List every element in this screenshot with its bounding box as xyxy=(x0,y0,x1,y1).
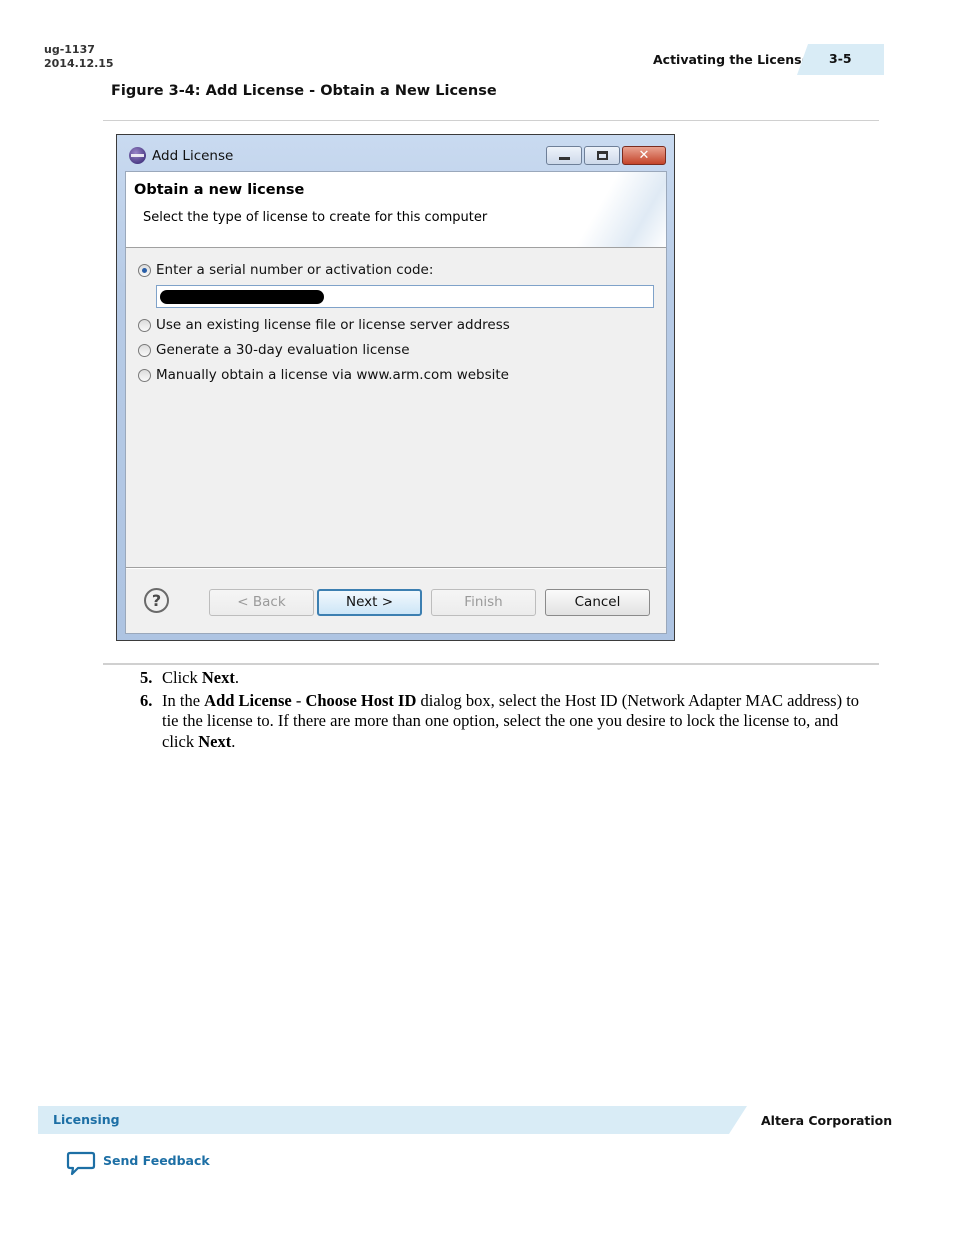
dialog-title: Add License xyxy=(152,148,234,164)
step-text-bold: Add License xyxy=(204,690,292,710)
figure-caption: Figure 3-4: Add License - Obtain a New L… xyxy=(111,83,497,99)
step-text: Click Next. xyxy=(162,668,880,689)
maximize-icon xyxy=(597,151,608,160)
next-button[interactable]: Next > xyxy=(317,589,422,616)
radio-manual-license[interactable] xyxy=(138,368,151,382)
option-serial-number[interactable]: Enter a serial number or activation code… xyxy=(138,261,433,279)
add-license-dialog: Add License ✕ Obtain a new license Selec… xyxy=(116,134,675,641)
wizard-heading: Obtain a new license xyxy=(134,182,305,198)
radio-existing-license[interactable] xyxy=(138,318,151,332)
page-number: 3-5 xyxy=(829,51,852,66)
banner-decoration xyxy=(526,172,666,247)
step-text-part: In the xyxy=(162,690,205,710)
option-label: Enter a serial number or activation code… xyxy=(156,262,434,278)
eclipse-app-icon xyxy=(129,147,146,164)
help-icon[interactable]: ? xyxy=(144,588,169,613)
step-6: 6. In the Add License - Choose Host ID d… xyxy=(140,691,880,753)
instruction-steps: 5. Click Next. 6. In the Add License - C… xyxy=(140,666,880,752)
doc-date: 2014.12.15 xyxy=(44,57,114,70)
wizard-banner: Obtain a new license Select the type of … xyxy=(126,172,666,248)
minimize-icon xyxy=(559,157,570,160)
figure-bottom-rule xyxy=(103,663,879,665)
option-label: Manually obtain a license via www.arm.co… xyxy=(156,367,509,383)
cancel-button[interactable]: Cancel xyxy=(545,589,650,616)
send-feedback-link[interactable]: Send Feedback xyxy=(103,1153,210,1168)
radio-evaluation-license[interactable] xyxy=(138,343,151,357)
footer-band xyxy=(38,1106,747,1134)
footer-company: Altera Corporation xyxy=(761,1113,893,1128)
option-label: Use an existing license file or license … xyxy=(156,317,510,333)
doc-number: ug-1137 xyxy=(44,43,95,56)
radio-serial-number[interactable] xyxy=(138,263,151,277)
wizard-description: Select the type of license to create for… xyxy=(143,210,488,225)
option-evaluation-license[interactable]: Generate a 30-day evaluation license xyxy=(138,341,410,359)
document-id: ug-1137 2014.12.15 xyxy=(44,43,114,71)
step-text-bold: Next xyxy=(198,731,232,751)
footer-section-link[interactable]: Licensing xyxy=(53,1112,120,1127)
step-text-part: Click xyxy=(162,668,202,687)
step-text-part: . xyxy=(234,668,239,687)
dialog-client-area: Obtain a new license Select the type of … xyxy=(125,171,667,634)
minimize-button[interactable] xyxy=(546,146,582,165)
option-existing-license[interactable]: Use an existing license file or license … xyxy=(138,316,510,334)
step-text-part: - xyxy=(291,690,306,710)
redacted-serial xyxy=(160,290,324,304)
finish-button[interactable]: Finish xyxy=(431,589,536,616)
figure-top-rule xyxy=(103,120,879,121)
step-5: 5. Click Next. xyxy=(140,668,880,689)
step-text-bold: Next xyxy=(201,668,235,687)
back-button[interactable]: < Back xyxy=(209,589,314,616)
feedback-icon[interactable] xyxy=(66,1151,96,1177)
close-icon: ✕ xyxy=(638,148,650,163)
close-button[interactable]: ✕ xyxy=(622,146,666,165)
option-label: Generate a 30-day evaluation license xyxy=(156,342,410,358)
dialog-title-bar: Add License ✕ xyxy=(117,135,674,169)
window-controls: ✕ xyxy=(546,146,666,165)
step-text: In the Add License - Choose Host ID dial… xyxy=(162,691,880,753)
step-number: 5. xyxy=(140,668,153,687)
step-text-bold: Choose Host ID xyxy=(305,690,417,710)
button-separator xyxy=(126,567,666,569)
maximize-button[interactable] xyxy=(584,146,620,165)
step-number: 6. xyxy=(140,690,153,710)
option-manual-license[interactable]: Manually obtain a license via www.arm.co… xyxy=(138,366,509,384)
section-title: Activating the License xyxy=(653,52,811,67)
serial-number-input[interactable] xyxy=(156,285,654,308)
step-text-part: . xyxy=(231,731,236,751)
